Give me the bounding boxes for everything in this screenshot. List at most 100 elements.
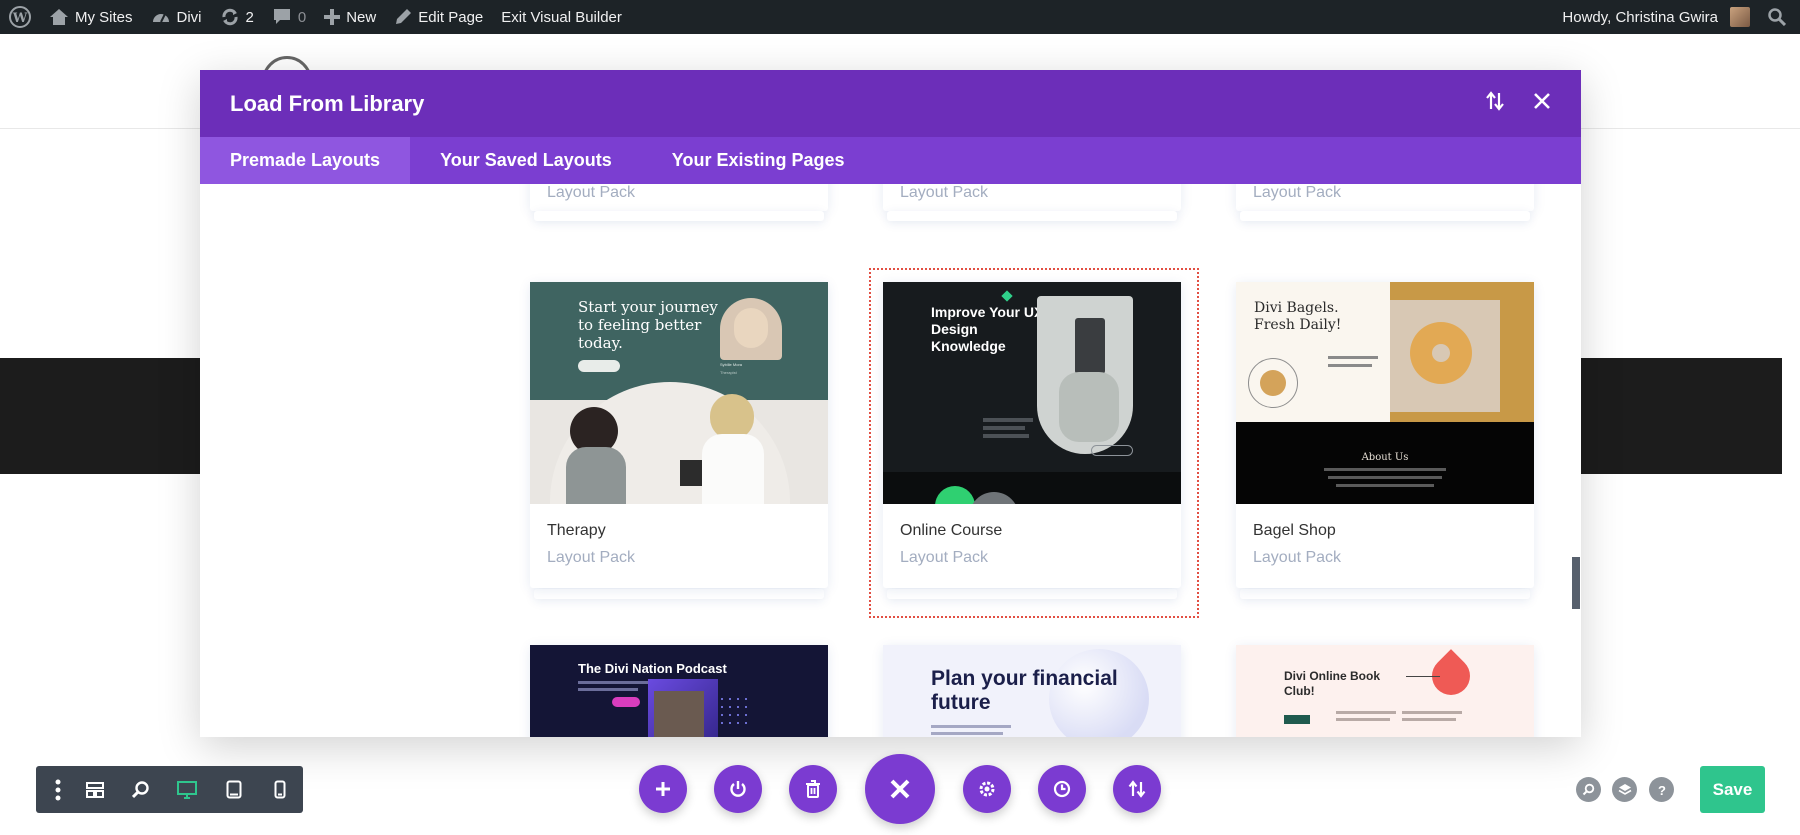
layout-card-bagel-shop[interactable]: Divi Bagels. Fresh Daily! About Us Bagel… <box>1236 282 1534 588</box>
layers-button[interactable] <box>1612 777 1637 802</box>
save-button[interactable]: Save <box>1700 766 1765 813</box>
tablet-view-button[interactable] <box>210 766 256 813</box>
thumb-cta <box>1284 715 1310 724</box>
thumb-person-role: Therapist <box>720 370 737 375</box>
help-button[interactable]: ? <box>1649 777 1674 802</box>
layout-card-type: Layout Pack <box>1253 184 1342 201</box>
more-vertical-icon <box>55 779 61 800</box>
history-button[interactable] <box>1038 765 1086 813</box>
exit-visual-builder-button[interactable]: Exit Visual Builder <box>492 0 631 34</box>
close-icon <box>1534 93 1550 109</box>
thumb-headline: Improve Your UX Design Knowledge <box>931 304 1044 354</box>
portability-button[interactable] <box>714 765 762 813</box>
page-settings-button[interactable] <box>963 765 1011 813</box>
svg-text:?: ? <box>1658 783 1666 797</box>
pencil-icon <box>396 9 412 24</box>
phone-icon <box>274 780 286 799</box>
dashboard-icon <box>152 13 169 23</box>
thumb-headline: Plan your financial future <box>931 667 1118 714</box>
layout-card-name: Bagel Shop <box>1253 522 1336 539</box>
exit-visual-builder-label: Exit Visual Builder <box>501 8 622 26</box>
divi-label: Divi <box>176 8 202 26</box>
thumb-text-line <box>931 725 1011 728</box>
wordpress-logo-button[interactable]: W <box>0 0 40 34</box>
thumb-section-title: About Us <box>1361 452 1409 463</box>
thumb-person-name: Sybille Mora <box>720 362 743 367</box>
thumb-cta <box>1091 445 1133 456</box>
thumb-cta <box>612 697 640 707</box>
sort-arrows-icon <box>1486 91 1504 111</box>
thumb-headline: Divi Bagels. Fresh Daily! <box>1254 300 1342 333</box>
my-sites-label: My Sites <box>75 8 133 26</box>
thumb-dots <box>718 695 748 725</box>
clear-layout-button[interactable] <box>789 765 837 813</box>
phone-view-button[interactable] <box>257 766 303 813</box>
sort-button[interactable] <box>1113 765 1161 813</box>
close-icon <box>890 779 910 799</box>
desktop-view-button[interactable] <box>164 766 210 813</box>
layers-icon <box>1618 783 1631 795</box>
updates-count: 2 <box>245 8 254 26</box>
thumb-text-line <box>1328 356 1378 359</box>
user-account-menu[interactable]: Howdy, Christina Gwira <box>1553 0 1759 34</box>
card-stack-shadow <box>1240 211 1530 221</box>
updates-button[interactable]: 2 <box>211 0 263 34</box>
thumb-text-line <box>931 732 1003 735</box>
layout-thumbnail: Divi Online Book Club! <box>1236 645 1534 737</box>
add-button[interactable] <box>639 765 687 813</box>
home-icon <box>50 9 68 25</box>
thumb-podcaster <box>654 691 704 737</box>
edit-page-button[interactable]: Edit Page <box>385 0 492 34</box>
comments-button[interactable]: 0 <box>263 0 315 34</box>
comment-icon <box>273 9 290 24</box>
thumb-text-line <box>1402 718 1456 721</box>
search-icon <box>1582 783 1595 796</box>
thumb-person-b-body <box>702 434 764 504</box>
divi-menu[interactable]: Divi <box>142 0 211 34</box>
find-replace-button[interactable] <box>1576 777 1601 802</box>
modal-header: Load From Library <box>200 70 1581 137</box>
page-settings-toolbar <box>36 766 303 813</box>
search-icon <box>1768 8 1786 26</box>
thumb-text-line <box>1402 711 1462 714</box>
thumb-text-line <box>1324 468 1446 471</box>
modal-scrollbar[interactable] <box>1572 557 1580 609</box>
layout-card-therapy[interactable]: Start your journey to feeling better tod… <box>530 282 828 588</box>
desktop-icon <box>177 780 198 799</box>
wireframe-view-button[interactable] <box>72 766 118 813</box>
tab-your-saved-layouts[interactable]: Your Saved Layouts <box>410 137 642 184</box>
wordpress-icon: W <box>9 6 31 28</box>
gear-icon <box>979 781 995 797</box>
layout-card-book-club[interactable]: Divi Online Book Club! <box>1236 645 1534 737</box>
svg-text:W: W <box>12 11 28 26</box>
thumb-phone <box>1075 318 1105 374</box>
sort-arrows-icon <box>1128 780 1146 798</box>
thumb-text-line <box>1328 476 1442 479</box>
layout-card-online-course[interactable]: Improve Your UX Design Knowledge Online … <box>883 282 1181 588</box>
thumb-small-bagel <box>1260 370 1286 396</box>
admin-search-button[interactable] <box>1759 0 1800 34</box>
toolbar-menu-button[interactable] <box>44 766 72 813</box>
layout-icon <box>85 781 104 798</box>
new-content-button[interactable]: New <box>315 0 385 34</box>
zoom-icon <box>132 780 149 798</box>
my-sites-menu[interactable]: My Sites <box>40 0 142 34</box>
plus-icon <box>324 9 341 25</box>
layout-card-podcast[interactable]: The Divi Nation Podcast <box>530 645 828 737</box>
power-icon <box>730 781 746 797</box>
zoom-button[interactable] <box>118 766 164 813</box>
close-builder-button[interactable] <box>865 754 935 824</box>
layout-card-name: Online Course <box>900 522 1003 539</box>
close-modal-button[interactable] <box>1533 92 1551 115</box>
layout-card-type: Layout Pack <box>547 549 636 566</box>
sort-toggle-button[interactable] <box>1485 91 1505 116</box>
tab-your-existing-pages[interactable]: Your Existing Pages <box>642 137 875 184</box>
card-stack-shadow <box>1240 589 1530 599</box>
layout-card-finance[interactable]: Plan your financial future <box>883 645 1181 737</box>
thumb-headline: Divi Online Book Club! <box>1284 669 1381 698</box>
tab-premade-layouts[interactable]: Premade Layouts <box>200 137 411 184</box>
thumb-text-line <box>578 681 648 684</box>
layout-card-name: Therapy <box>547 522 606 539</box>
thumb-tablet <box>680 460 702 486</box>
thumb-text-line <box>1336 718 1390 721</box>
